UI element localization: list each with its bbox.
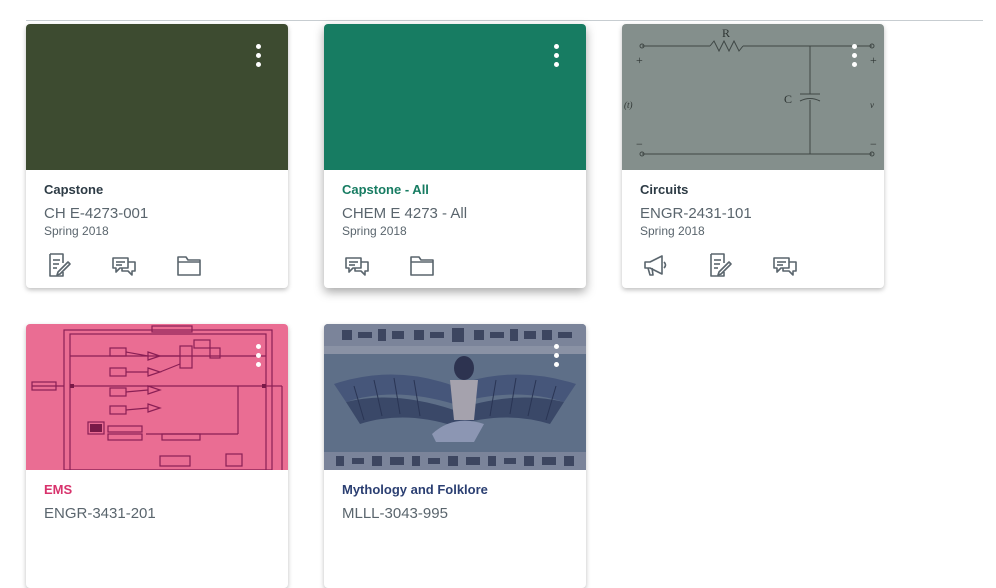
circuit-label-plus-left: + [636, 53, 643, 67]
files-icon[interactable] [409, 252, 435, 278]
course-term: Spring 2018 [640, 224, 705, 238]
discussions-icon[interactable] [772, 252, 798, 278]
header-divider [26, 20, 983, 21]
discussions-icon[interactable] [111, 252, 137, 278]
card-options-kebab-icon[interactable] [550, 44, 562, 70]
card-options-kebab-icon[interactable] [550, 344, 562, 370]
course-card-hero[interactable]: R C + + − − (t) v [622, 24, 884, 170]
course-title-link[interactable]: Capstone - All [342, 182, 576, 198]
egyptian-mural-image [324, 324, 586, 470]
course-card-info: Mythology and Folklore MLLL-3043-995 [342, 482, 576, 523]
announcements-icon[interactable] [642, 252, 668, 278]
course-code: ENGR-2431-101 [640, 205, 752, 222]
course-title-link[interactable]: EMS [44, 482, 278, 498]
course-term: Spring 2018 [342, 224, 407, 238]
course-card-info: Capstone - All CHEM E 4273 - All Spring … [342, 182, 576, 239]
course-code: CHEM E 4273 - All [342, 205, 468, 222]
card-options-kebab-icon[interactable] [252, 44, 264, 70]
course-term: Spring 2018 [44, 224, 109, 238]
course-title-link[interactable]: Circuits [640, 182, 874, 198]
circuit-diagram-image: R C + + − − (t) v [624, 26, 877, 157]
circuit-label-input: (t) [624, 100, 633, 110]
card-options-kebab-icon[interactable] [848, 44, 860, 70]
files-icon[interactable] [176, 252, 202, 278]
course-card-info: Capstone CH E-4273-001 Spring 2018 [44, 182, 278, 239]
course-code: MLLL-3043-995 [342, 505, 448, 522]
labview-diagram-image [31, 325, 283, 470]
assignments-icon[interactable] [707, 252, 733, 278]
course-title-link[interactable]: Capstone [44, 182, 278, 198]
assignments-icon[interactable] [46, 252, 72, 278]
course-card-hero[interactable] [324, 24, 586, 170]
circuit-label-plus-right: + [870, 53, 877, 67]
course-card-hero[interactable] [26, 24, 288, 170]
course-code: ENGR-3431-201 [44, 505, 156, 522]
course-card-capstone[interactable]: Capstone CH E-4273-001 Spring 2018 [26, 24, 288, 288]
course-card-hero[interactable] [26, 324, 288, 470]
circuit-label-r: R [722, 26, 730, 40]
course-code: CH E-4273-001 [44, 205, 149, 222]
course-title-link[interactable]: Mythology and Folklore [342, 482, 576, 498]
course-card-circuits[interactable]: R C + + − − (t) v Circuits ENGR-2431-101… [622, 24, 884, 288]
circuit-label-c: C [784, 92, 792, 106]
course-card-info: EMS ENGR-3431-201 [44, 482, 278, 523]
course-card-info: Circuits ENGR-2431-101 Spring 2018 [640, 182, 874, 239]
circuit-label-output: v [870, 100, 874, 110]
circuit-label-minus-left: − [636, 137, 643, 151]
circuit-label-minus-right: − [870, 137, 877, 151]
course-card-hero[interactable] [324, 324, 586, 470]
course-card-capstone-all[interactable]: Capstone - All CHEM E 4273 - All Spring … [324, 24, 586, 288]
course-card-mythology[interactable]: Mythology and Folklore MLLL-3043-995 [324, 324, 586, 588]
course-card-ems[interactable]: EMS ENGR-3431-201 [26, 324, 288, 588]
card-options-kebab-icon[interactable] [252, 344, 264, 370]
discussions-icon[interactable] [344, 252, 370, 278]
